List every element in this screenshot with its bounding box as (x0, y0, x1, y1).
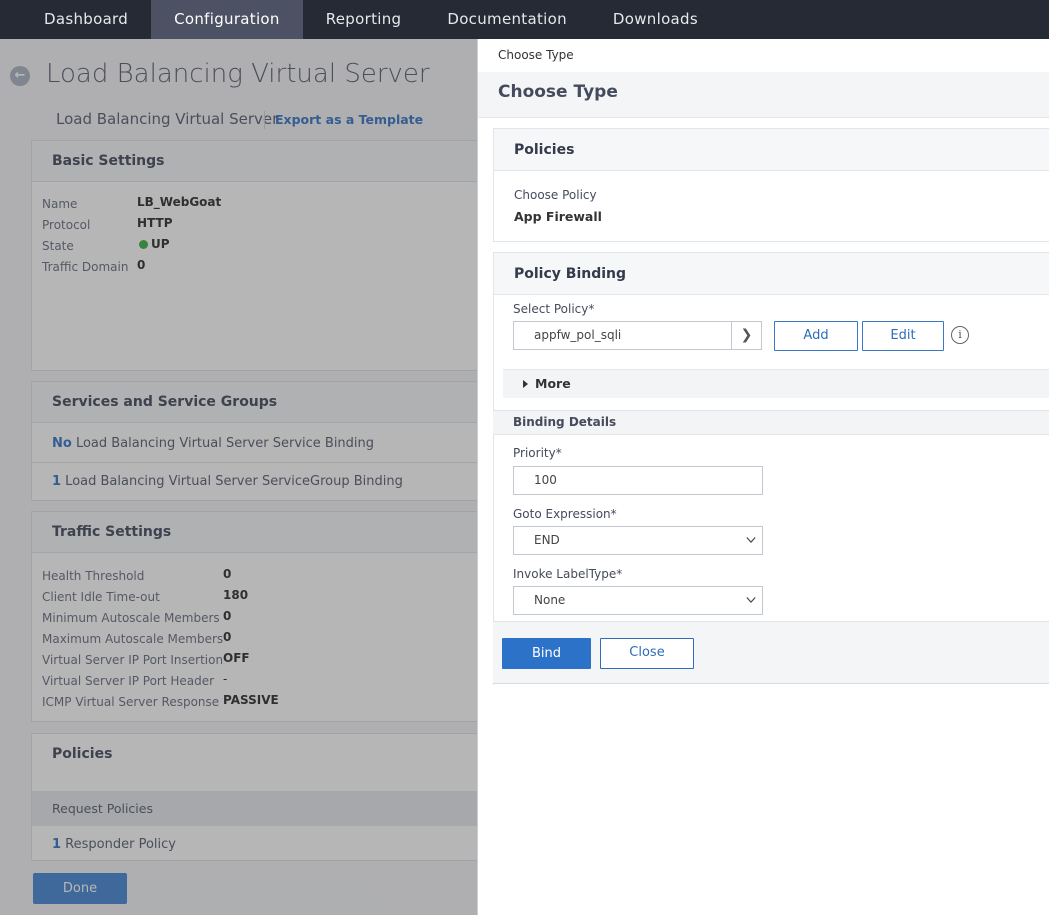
drawer-title: Choose Type (498, 82, 618, 102)
select-policy-value: appfw_pol_sqli (534, 328, 622, 342)
drawer-header: Choose Type (478, 72, 1049, 118)
choose-type-drawer: Choose Type Choose Type Policies Choose … (477, 39, 1049, 915)
drawer-policies-heading: Policies (494, 129, 1049, 171)
info-icon[interactable]: i (951, 326, 969, 344)
close-button[interactable]: Close (600, 638, 694, 669)
top-navigation: Dashboard Configuration Reporting Docume… (0, 0, 1049, 39)
nav-tab-configuration[interactable]: Configuration (151, 0, 303, 39)
drawer-breadcrumb: Choose Type (498, 48, 574, 62)
goto-expression-value: END (534, 533, 560, 547)
goto-expression-select[interactable]: END (513, 526, 763, 555)
more-label: More (535, 376, 571, 391)
invoke-labeltype-value: None (534, 593, 566, 607)
select-policy-field[interactable]: appfw_pol_sqli ❯ (513, 321, 762, 350)
caret-right-icon (523, 380, 528, 388)
select-policy-label: Select Policy* (513, 302, 595, 316)
choose-policy-label: Choose Policy (514, 188, 597, 202)
policy-binding-heading: Policy Binding (494, 253, 1049, 295)
binding-details-header: Binding Details (493, 410, 1049, 435)
add-policy-button[interactable]: Add (774, 321, 858, 351)
priority-value: 100 (534, 473, 557, 487)
choose-policy-value: App Firewall (514, 209, 602, 224)
edit-policy-button[interactable]: Edit (862, 321, 944, 351)
binding-details-heading: Binding Details (513, 415, 617, 429)
bind-button[interactable]: Bind (502, 638, 591, 669)
chevron-down-icon (746, 537, 756, 543)
drawer-policies-section: Policies Choose Policy App Firewall (493, 128, 1049, 242)
chevron-right-icon[interactable]: ❯ (731, 322, 761, 349)
more-toggle[interactable]: More (503, 369, 1049, 398)
invoke-labeltype-select[interactable]: None (513, 586, 763, 615)
invoke-labeltype-label: Invoke LabelType* (513, 567, 623, 581)
nav-tab-dashboard[interactable]: Dashboard (21, 0, 151, 39)
priority-label: Priority* (513, 446, 562, 460)
nav-tab-downloads[interactable]: Downloads (590, 0, 721, 39)
priority-input[interactable]: 100 (513, 466, 763, 495)
chevron-down-icon (746, 597, 756, 603)
goto-expression-label: Goto Expression* (513, 507, 617, 521)
nav-tab-documentation[interactable]: Documentation (424, 0, 590, 39)
drawer-footer: Bind Close (493, 621, 1049, 684)
nav-tab-reporting[interactable]: Reporting (303, 0, 425, 39)
